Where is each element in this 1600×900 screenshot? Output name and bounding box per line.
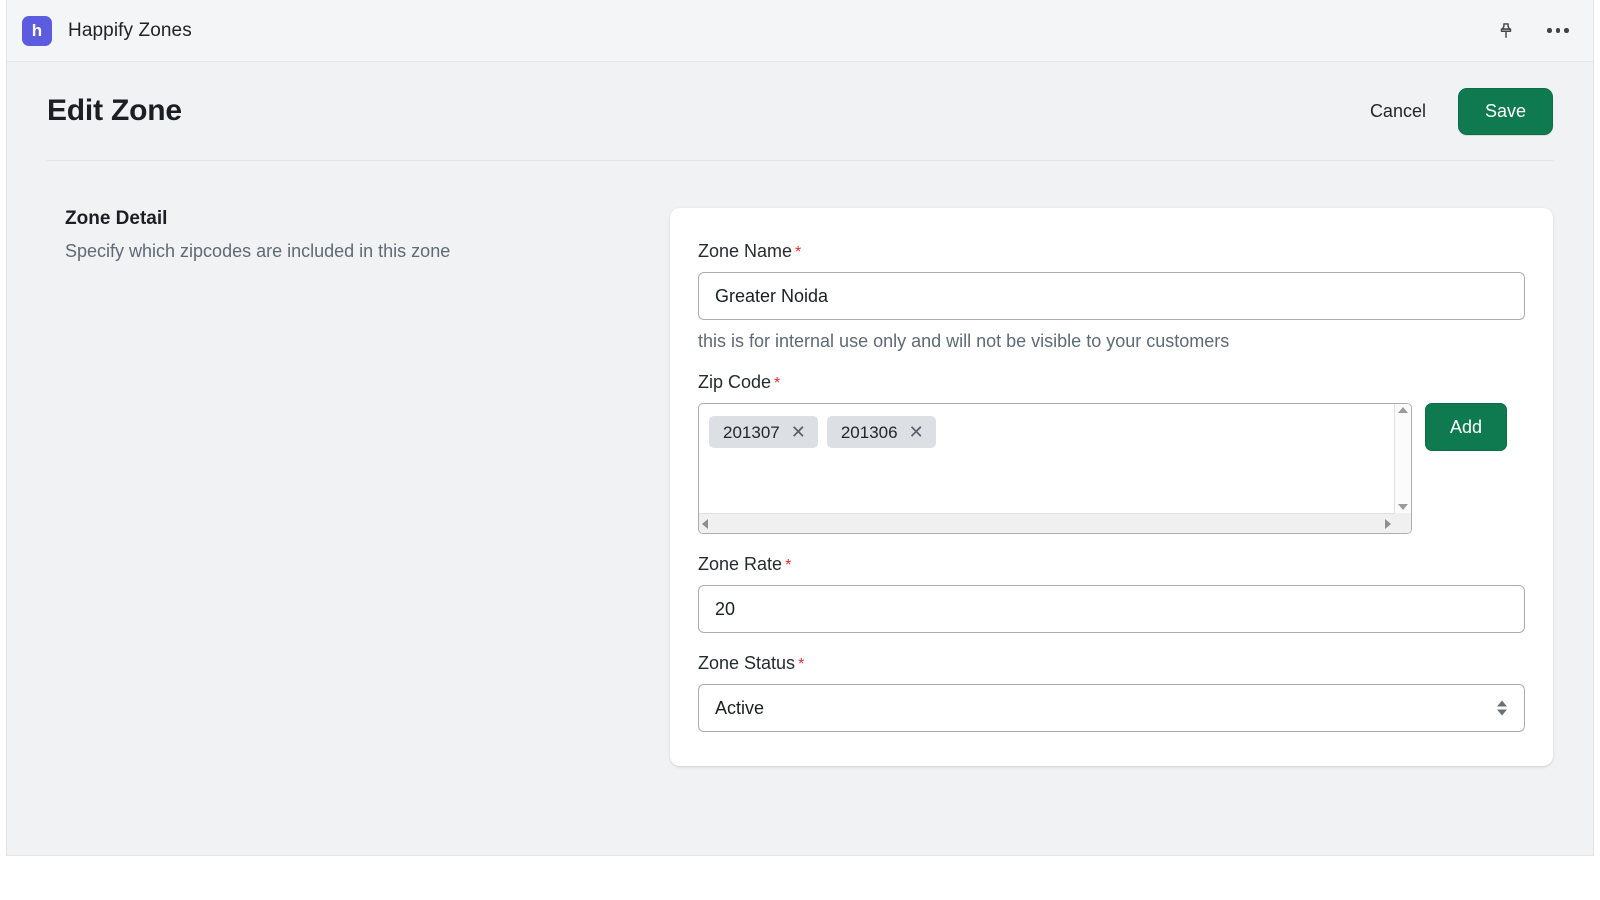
section-title: Zone Detail (65, 208, 168, 229)
add-zipcode-button[interactable]: Add (1425, 403, 1507, 451)
app-topbar: h Happify Zones (7, 0, 1593, 62)
page-title: Edit Zone (47, 94, 182, 127)
cancel-button[interactable]: Cancel (1360, 93, 1436, 130)
zone-rate-label: Zone Rate * (698, 554, 1525, 575)
zone-name-label-text: Zone Name (698, 241, 793, 261)
save-button[interactable]: Save (1457, 87, 1553, 135)
zone-status-select-wrap (698, 684, 1525, 732)
zip-code-tag-list: 201307 ✕ 201306 ✕ (699, 404, 1394, 513)
zone-rate-input[interactable] (698, 585, 1525, 633)
zone-name-input[interactable] (698, 272, 1525, 320)
scroll-up-icon[interactable] (1398, 407, 1408, 413)
close-icon[interactable]: ✕ (909, 423, 924, 441)
zone-status-label: Zone Status * (698, 653, 1525, 674)
zip-code-label: Zip Code * (698, 372, 1525, 393)
zip-tag-value: 201307 (723, 422, 780, 442)
zip-code-tag-box[interactable]: 201307 ✕ 201306 ✕ (698, 403, 1412, 534)
horizontal-scrollbar[interactable] (699, 513, 1394, 533)
scroll-left-icon[interactable] (702, 518, 708, 529)
required-marker: * (798, 656, 805, 673)
field-zone-name: Zone Name* this is for internal use only… (698, 241, 1525, 352)
scroll-right-icon[interactable] (1385, 518, 1391, 529)
zone-detail-card: Zone Name* this is for internal use only… (670, 208, 1553, 766)
scrollbar-corner (1394, 513, 1411, 533)
field-zip-code: Zip Code * 201307 ✕ 201306 ✕ Add (698, 372, 1525, 534)
pin-icon[interactable] (1493, 18, 1519, 44)
zone-name-helper-text: this is for internal use only and will n… (698, 331, 1230, 351)
scroll-down-icon[interactable] (1398, 504, 1408, 510)
field-zone-rate: Zone Rate * (698, 554, 1525, 633)
more-horizontal-icon[interactable] (1545, 18, 1571, 44)
required-marker: * (795, 244, 802, 261)
zip-tag[interactable]: 201307 ✕ (709, 416, 818, 448)
section-subtitle: Specify which zipcodes are included in t… (65, 241, 451, 261)
required-marker: * (785, 557, 792, 574)
zone-status-select[interactable] (698, 684, 1525, 732)
app-title: Happify Zones (68, 19, 192, 41)
header-actions: Cancel Save (1360, 87, 1553, 135)
section-info: Zone Detail Specify which zipcodes are i… (65, 208, 670, 766)
zone-rate-label-text: Zone Rate (698, 554, 783, 574)
vertical-scrollbar[interactable] (1394, 404, 1411, 513)
close-icon[interactable]: ✕ (791, 423, 806, 441)
zip-code-label-text: Zip Code (698, 372, 772, 392)
more-dots (1547, 28, 1569, 33)
zone-status-label-text: Zone Status (698, 653, 796, 673)
topbar-actions (1493, 18, 1571, 44)
app-window: h Happify Zones Edit Zone Cancel Save Zo… (6, 0, 1594, 856)
zip-code-row: 201307 ✕ 201306 ✕ Add (698, 403, 1525, 534)
zip-tag[interactable]: 201306 ✕ (826, 416, 936, 448)
zip-tag-value: 201306 (840, 422, 898, 442)
page-content: Zone Detail Specify which zipcodes are i… (7, 161, 1593, 766)
zone-name-label: Zone Name * (698, 241, 1525, 262)
required-marker: * (774, 375, 781, 392)
field-zone-status: Zone Status * (698, 653, 1525, 732)
page-header: Edit Zone Cancel Save (7, 62, 1593, 160)
app-identity: h Happify Zones (22, 15, 192, 46)
app-logo-icon: h (22, 15, 52, 46)
